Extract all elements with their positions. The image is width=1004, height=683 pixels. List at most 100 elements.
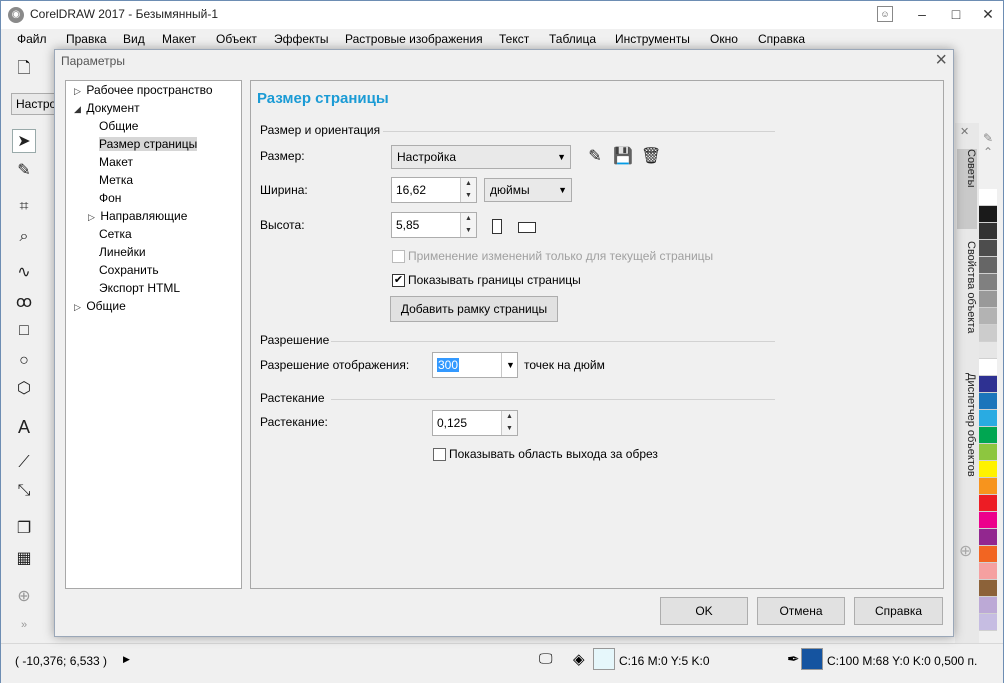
menu-table[interactable]: Таблица <box>549 32 596 46</box>
polygon-tool-icon[interactable]: ⬡ <box>12 377 36 401</box>
stepper-up-icon[interactable]: ▲ <box>461 178 476 190</box>
palette-swatch[interactable] <box>979 291 997 308</box>
ok-button[interactable]: OK <box>660 597 748 625</box>
fill-color-swatch[interactable] <box>593 648 615 670</box>
palette-swatch[interactable] <box>979 580 997 597</box>
resolution-select[interactable]: 300 ▼ <box>432 352 518 378</box>
size-preset-select[interactable]: Настройка ▼ <box>391 145 571 169</box>
expand-arrow-icon[interactable]: ▷ <box>74 86 83 97</box>
palette-swatch[interactable] <box>979 461 997 478</box>
palette-swatch[interactable] <box>979 325 997 342</box>
status-arrow-icon[interactable]: ▶ <box>123 654 130 665</box>
tab-object-manager[interactable]: Диспетчер объектов <box>957 373 977 513</box>
zoom-tool-icon[interactable]: ⌕ <box>12 225 36 249</box>
bleed-stepper[interactable]: ▲ ▼ <box>501 411 517 435</box>
menu-object[interactable]: Объект <box>216 32 257 46</box>
edit-preset-icon[interactable]: ✎ <box>585 147 605 167</box>
help-button[interactable]: Справка <box>854 597 943 625</box>
tree-node-label[interactable]: Метка <box>99 173 133 187</box>
connector-tool-icon[interactable]: ⤡ <box>12 479 36 503</box>
palette-swatch[interactable] <box>979 614 997 631</box>
menu-effects[interactable]: Эффекты <box>274 32 329 46</box>
minimize-button[interactable]: – <box>907 3 937 25</box>
tree-node-document[interactable]: ◢ Документ <box>74 101 140 115</box>
expand-arrow-icon[interactable]: ▷ <box>74 302 83 313</box>
page-preset-combo[interactable]: Настро <box>11 93 55 115</box>
artistic-media-icon[interactable]: ꝏ <box>12 291 36 315</box>
units-select[interactable]: дюймы ▼ <box>484 178 572 202</box>
palette-swatch[interactable] <box>979 189 997 206</box>
palette-swatch[interactable] <box>979 240 997 257</box>
rectangle-tool-icon[interactable]: □ <box>12 319 36 343</box>
palette-swatch[interactable] <box>979 223 997 240</box>
palette-swatch[interactable] <box>979 308 997 325</box>
dialog-close-icon[interactable]: × <box>935 49 947 72</box>
outline-color-swatch[interactable] <box>801 648 823 670</box>
palette-swatch[interactable] <box>979 563 997 580</box>
show-page-border-checkbox[interactable]: ✔ <box>392 274 405 287</box>
delete-preset-icon[interactable]: 🗑 <box>641 147 661 167</box>
tree-node-background[interactable]: Фон <box>99 191 121 205</box>
tree-node-layout[interactable]: Макет <box>99 155 133 169</box>
new-document-icon[interactable]: 🗋 <box>13 57 35 77</box>
menu-tools[interactable]: Инструменты <box>615 32 690 46</box>
tab-object-properties[interactable]: Свойства объекта <box>957 241 977 361</box>
freehand-tool-icon[interactable]: ∿ <box>12 261 36 285</box>
height-stepper[interactable]: ▲ ▼ <box>460 213 476 237</box>
menu-file[interactable]: Файл <box>17 32 47 46</box>
maximize-button[interactable]: □ <box>941 3 971 25</box>
height-input[interactable]: 5,85 ▲ ▼ <box>391 212 477 238</box>
tree-node-export-html[interactable]: Экспорт HTML <box>99 281 180 295</box>
apply-current-only-checkbox[interactable] <box>392 250 405 263</box>
palette-swatch[interactable] <box>979 257 997 274</box>
fill-bucket-icon[interactable]: ◈ <box>573 650 585 668</box>
color-proof-icon[interactable]: 🖵 <box>539 650 553 667</box>
palette-swatch[interactable] <box>979 359 997 376</box>
palette-swatch[interactable] <box>979 410 997 427</box>
tree-node-grid[interactable]: Сетка <box>99 227 132 241</box>
cancel-button[interactable]: Отмена <box>757 597 845 625</box>
menu-bitmaps[interactable]: Растровые изображения <box>345 32 483 46</box>
show-bleed-checkbox[interactable] <box>433 448 446 461</box>
tree-node-general[interactable]: Общие <box>99 119 138 133</box>
docker-close-icon[interactable]: ✕ <box>960 125 969 138</box>
dimension-tool-icon[interactable]: ⟋ <box>12 451 36 475</box>
width-input[interactable]: 16,62 ▲ ▼ <box>391 177 477 203</box>
add-docker-icon[interactable]: ⊕ <box>959 541 972 561</box>
palette-swatch[interactable] <box>979 512 997 529</box>
stepper-down-icon[interactable]: ▼ <box>461 190 476 202</box>
palette-swatch[interactable] <box>979 376 997 393</box>
text-tool-icon[interactable]: A <box>12 415 36 439</box>
stepper-down-icon[interactable]: ▼ <box>502 423 517 435</box>
transparency-tool-icon[interactable]: ▦ <box>12 547 36 571</box>
palette-swatch[interactable] <box>979 342 997 359</box>
pick-tool-icon[interactable]: ➤ <box>12 129 36 153</box>
palette-swatch[interactable] <box>979 597 997 614</box>
expand-toolbox-icon[interactable]: » <box>12 613 36 637</box>
palette-swatch[interactable] <box>979 206 997 223</box>
menu-edit[interactable]: Правка <box>66 32 107 46</box>
menu-layout[interactable]: Макет <box>162 32 196 46</box>
palette-swatch[interactable] <box>979 495 997 512</box>
stepper-down-icon[interactable]: ▼ <box>461 225 476 237</box>
close-button[interactable]: ✕ <box>973 3 1003 25</box>
tree-node-rulers[interactable]: Линейки <box>99 245 146 259</box>
collapse-arrow-icon[interactable]: ◢ <box>74 104 83 115</box>
dropdown-arrow-icon[interactable]: ▼ <box>501 353 517 377</box>
ellipse-tool-icon[interactable]: ○ <box>12 349 36 373</box>
palette-swatch[interactable] <box>979 478 997 495</box>
width-stepper[interactable]: ▲ ▼ <box>460 178 476 202</box>
stepper-up-icon[interactable]: ▲ <box>502 411 517 423</box>
stepper-up-icon[interactable]: ▲ <box>461 213 476 225</box>
crop-tool-icon[interactable]: ⌗ <box>12 195 36 219</box>
tab-hints[interactable]: Советы <box>957 149 977 229</box>
portrait-orientation-icon[interactable] <box>492 219 502 234</box>
menu-view[interactable]: Вид <box>123 32 145 46</box>
palette-swatch[interactable] <box>979 274 997 291</box>
shape-tool-icon[interactable]: ✎ <box>12 159 36 183</box>
outline-pen-icon[interactable]: ✒ <box>787 650 800 668</box>
account-icon[interactable]: ☺ <box>877 6 893 22</box>
menu-window[interactable]: Окно <box>710 32 738 46</box>
add-page-frame-button[interactable]: Добавить рамку страницы <box>390 296 558 322</box>
tree-node-global[interactable]: ▷ Общие <box>74 299 126 313</box>
